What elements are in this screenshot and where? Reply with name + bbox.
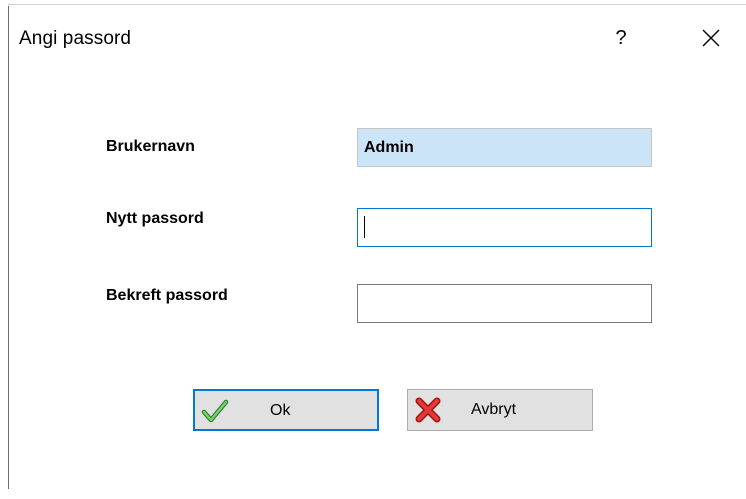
username-field: Admin — [357, 128, 652, 167]
confirm-password-label: Bekreft passord — [106, 287, 228, 304]
cancel-button[interactable]: Avbryt — [407, 389, 593, 431]
username-label: Brukernavn — [106, 138, 195, 155]
red-x-icon — [415, 397, 441, 423]
help-button[interactable]: ? — [604, 22, 638, 54]
ok-button[interactable]: Ok — [193, 389, 379, 431]
close-icon — [702, 29, 720, 47]
dialog-title: Angi passord — [19, 28, 132, 49]
ok-button-label: Ok — [270, 402, 291, 419]
close-button[interactable] — [694, 22, 728, 54]
set-password-dialog: Angi passord ? Brukernavn Admin Nytt pas… — [0, 0, 746, 499]
cancel-button-label: Avbryt — [471, 401, 517, 418]
window-left-border — [8, 6, 9, 489]
new-password-field[interactable] — [357, 208, 652, 247]
new-password-label: Nytt passord — [106, 210, 204, 227]
confirm-password-field[interactable] — [357, 284, 652, 323]
window-top-border — [8, 4, 746, 5]
text-caret — [364, 216, 365, 238]
checkmark-icon — [201, 399, 229, 423]
